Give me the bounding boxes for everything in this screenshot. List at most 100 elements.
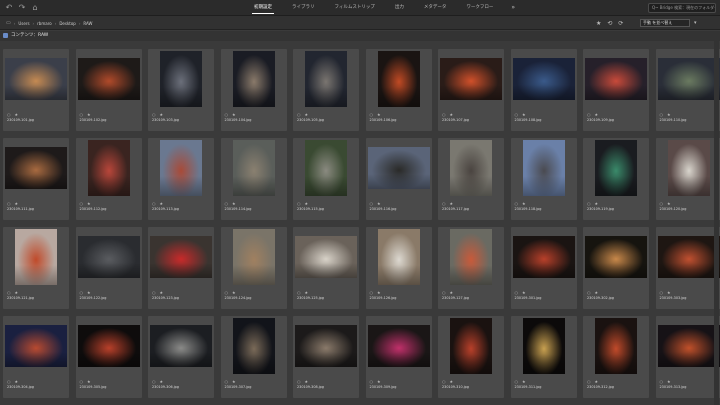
star-icon[interactable]: ★ [160, 112, 164, 117]
circle-icon[interactable]: ○ [515, 379, 519, 384]
photo-thumbnail[interactable] [522, 140, 565, 196]
star-icon[interactable]: ★ [522, 112, 526, 117]
circle-icon[interactable]: ○ [587, 201, 591, 206]
circle-icon[interactable]: ○ [7, 290, 11, 295]
photo-thumbnail[interactable] [5, 147, 67, 189]
star-icon[interactable]: ★ [160, 379, 164, 384]
thumbnail-cell[interactable]: ○ ★ 230109-118.jpg [510, 138, 577, 220]
circle-icon[interactable]: ○ [80, 112, 84, 117]
circle-icon[interactable]: ○ [297, 290, 301, 295]
star-icon[interactable]: ★ [667, 201, 671, 206]
tab-0[interactable]: 初期設定 [252, 0, 274, 16]
redo-icon[interactable]: ↷ [17, 3, 27, 13]
photo-thumbnail[interactable] [77, 58, 140, 100]
circle-icon[interactable]: ○ [587, 379, 591, 384]
circle-icon[interactable]: ○ [297, 112, 301, 117]
thumbnail-cell[interactable]: ○ ★ 230109-121.jpg [3, 227, 69, 309]
star-icon[interactable]: ★ [377, 379, 381, 384]
star-icon[interactable]: ★ [160, 201, 164, 206]
photo-thumbnail[interactable] [512, 236, 575, 278]
thumbnail-cell[interactable]: ○ ★ 230109-101.jpg [3, 49, 69, 131]
thumbnail-cell[interactable]: ○ ★ 230109-103.jpg [148, 49, 214, 131]
thumbnail-cell[interactable]: ○ ★ 230109-301.jpg [510, 227, 577, 309]
thumbnail-cell[interactable]: ○ ★ 230109-108.jpg [510, 49, 577, 131]
star-icon[interactable]: ★ [522, 201, 526, 206]
photo-thumbnail[interactable] [232, 140, 275, 196]
star-icon[interactable]: ★ [595, 290, 599, 295]
star-icon[interactable]: ★ [15, 290, 19, 295]
photo-thumbnail[interactable] [585, 236, 647, 278]
photo-thumbnail[interactable] [367, 147, 430, 189]
star-icon[interactable]: ★ [15, 112, 19, 117]
circle-icon[interactable]: ○ [587, 112, 591, 117]
tab-1[interactable]: ライブラリ [290, 0, 317, 16]
thumbnail-cell[interactable]: ○ ★ 230109-104.jpg [220, 49, 287, 131]
photo-thumbnail[interactable] [150, 325, 212, 367]
chevron-down-icon[interactable]: ▾ [694, 19, 697, 27]
circle-icon[interactable]: ○ [515, 201, 519, 206]
thumbnail-cell[interactable]: ○ ★ 230109-112.jpg [75, 138, 142, 220]
circle-icon[interactable]: ○ [515, 290, 519, 295]
photo-thumbnail[interactable] [657, 236, 720, 278]
circle-icon[interactable]: ○ [7, 201, 11, 206]
photo-thumbnail[interactable] [377, 51, 420, 107]
thumbnail-cell[interactable]: ○ ★ 230109-106.jpg [365, 49, 432, 131]
thumbnail-cell[interactable]: ○ ★ 230109-102.jpg [75, 49, 142, 131]
star-icon[interactable]: ★ [450, 201, 454, 206]
circle-icon[interactable]: ○ [370, 379, 374, 384]
photo-thumbnail[interactable] [305, 51, 347, 107]
photo-thumbnail[interactable] [87, 140, 130, 196]
undo-icon[interactable]: ↶ [4, 3, 14, 13]
circle-icon[interactable]: ○ [225, 379, 229, 384]
star-icon[interactable]: ★ [15, 201, 19, 206]
thumbnail-cell[interactable]: ○ ★ 230109-127.jpg [438, 227, 504, 309]
circle-icon[interactable]: ○ [370, 112, 374, 117]
circle-icon[interactable]: ○ [152, 290, 156, 295]
thumbnail-cell[interactable]: ○ ★ 230109-113.jpg [148, 138, 214, 220]
photo-thumbnail[interactable] [5, 58, 67, 100]
circle-icon[interactable]: ○ [7, 112, 11, 117]
photo-thumbnail[interactable] [232, 229, 275, 285]
thumbnail-cell[interactable]: ○ ★ 230109-312.jpg [583, 316, 649, 398]
circle-icon[interactable]: ○ [152, 201, 156, 206]
thumbnail-cell[interactable]: ○ ★ 230109-310.jpg [438, 316, 504, 398]
star-icon[interactable]: ★ [87, 201, 91, 206]
circle-icon[interactable]: ○ [7, 379, 11, 384]
thumbnail-cell[interactable]: ○ ★ 230109-307.jpg [220, 316, 287, 398]
circle-icon[interactable]: ○ [660, 290, 664, 295]
star-icon[interactable]: ★ [377, 112, 381, 117]
thumbnail-cell[interactable]: ○ ★ 230109-309.jpg [365, 316, 432, 398]
photo-thumbnail[interactable] [160, 51, 202, 107]
photo-thumbnail[interactable] [232, 318, 275, 374]
star-icon[interactable]: ★ [87, 379, 91, 384]
circle-icon[interactable]: ○ [660, 112, 664, 117]
photo-thumbnail[interactable] [450, 318, 492, 374]
tab-2[interactable]: フィルムストリップ [333, 0, 377, 16]
circle-icon[interactable]: ○ [442, 290, 446, 295]
star-icon[interactable]: ★ [305, 379, 309, 384]
thumbnail-cell[interactable]: ○ ★ 230109-313.jpg [655, 316, 720, 398]
star-icon[interactable]: ★ [667, 112, 671, 117]
star-icon[interactable]: ★ [377, 290, 381, 295]
circle-icon[interactable]: ○ [80, 290, 84, 295]
photo-thumbnail[interactable] [440, 58, 502, 100]
photo-thumbnail[interactable] [450, 140, 492, 196]
thumbnail-cell[interactable]: ○ ★ 230109-105.jpg [293, 49, 359, 131]
photo-thumbnail[interactable] [377, 229, 420, 285]
circle-icon[interactable]: ○ [152, 112, 156, 117]
circle-icon[interactable]: ○ [370, 201, 374, 206]
thumbnail-cell[interactable]: ○ ★ 230109-122.jpg [75, 227, 142, 309]
photo-thumbnail[interactable] [77, 325, 140, 367]
thumbnail-cell[interactable]: ○ ★ 230109-114.jpg [220, 138, 287, 220]
circle-icon[interactable]: ○ [442, 112, 446, 117]
star-icon[interactable]: ★ [15, 379, 19, 384]
photo-thumbnail[interactable] [667, 140, 710, 196]
photo-thumbnail[interactable] [595, 318, 637, 374]
photo-thumbnail[interactable] [367, 325, 430, 367]
thumbnail-cell[interactable]: ○ ★ 230109-126.jpg [365, 227, 432, 309]
star-icon[interactable]: ★ [667, 290, 671, 295]
thumbnail-cell[interactable]: ○ ★ 230109-304.jpg [3, 316, 69, 398]
star-icon[interactable]: ★ [595, 112, 599, 117]
thumbnail-cell[interactable]: ○ ★ 230109-117.jpg [438, 138, 504, 220]
star-icon[interactable]: ★ [305, 201, 309, 206]
